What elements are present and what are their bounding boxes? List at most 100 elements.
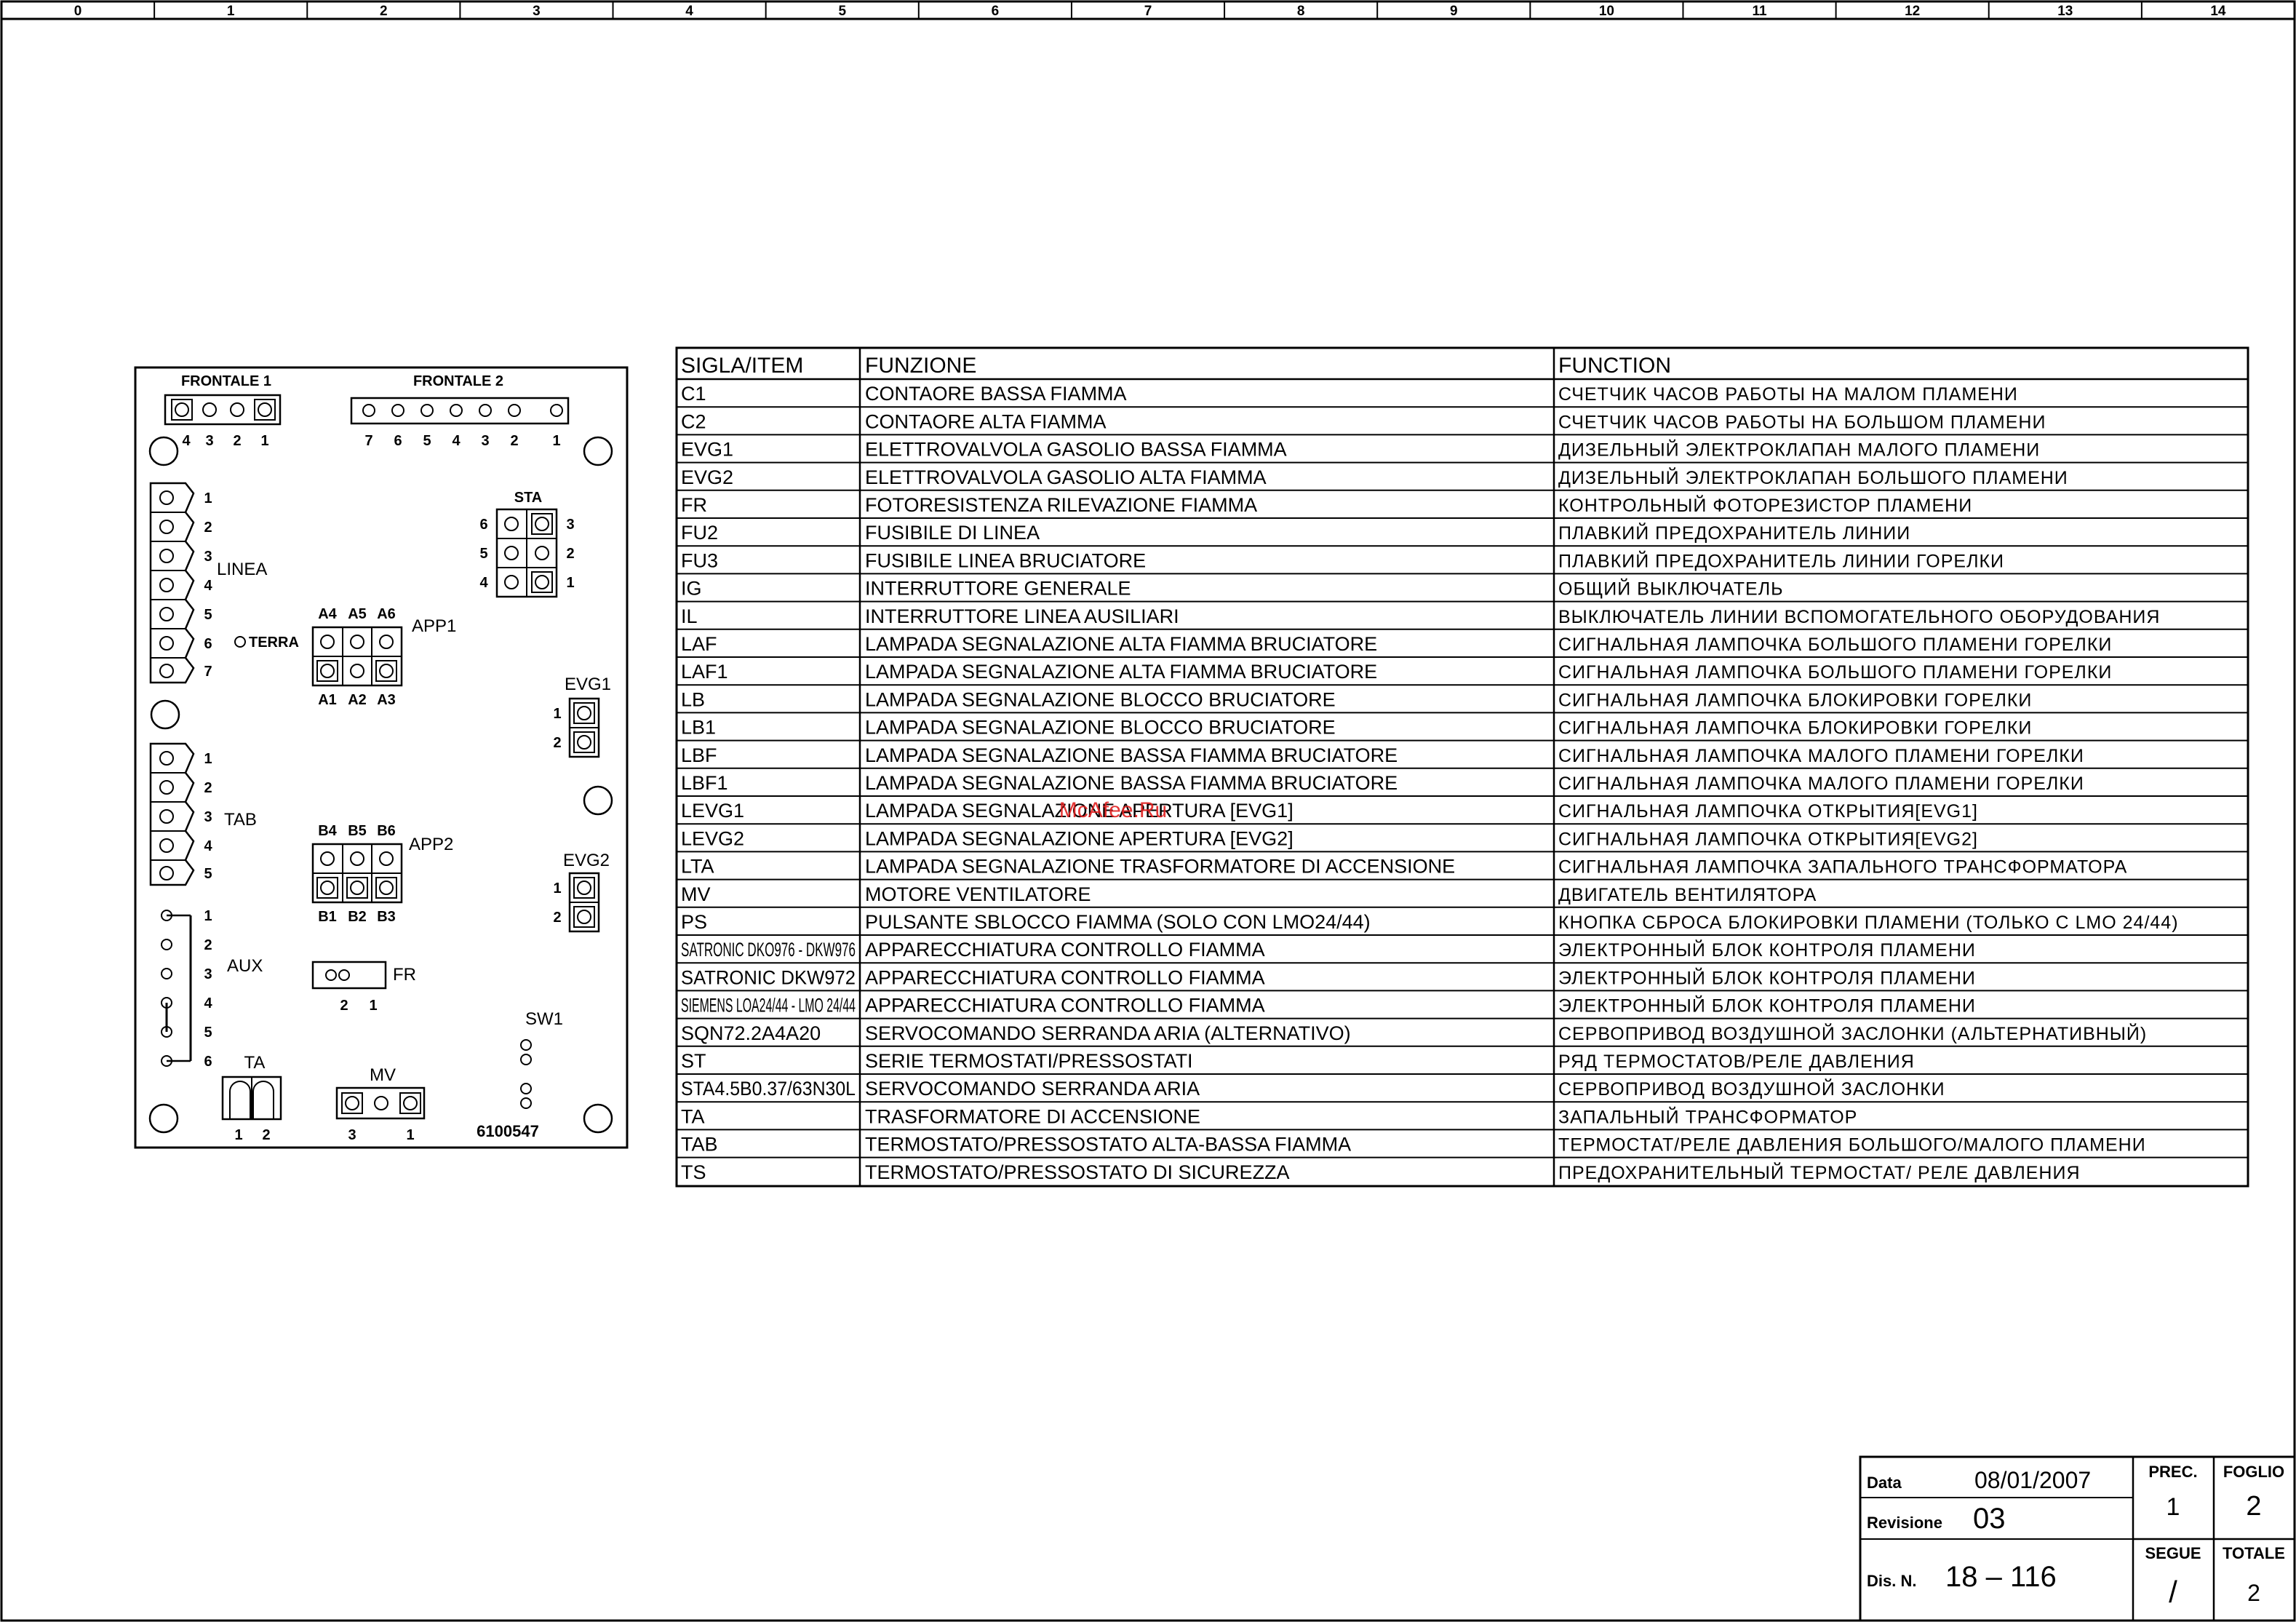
table-row: PS PULSANTE SBLOCCO FIAMMA (SOLO CON LMO2… [681, 911, 2178, 933]
cell-funzione: LAMPADA SEGNALAZIONE BASSA FIAMMA BRUCIA… [865, 744, 1398, 766]
cell-funzione: APPARECCHIATURA CONTROLLO FIAMMA [865, 939, 1265, 961]
cell-funzione: SERVOCOMANDO SERRANDA ARIA (ALTERNATIVO) [865, 1022, 1351, 1044]
table-row: LBF1 LAMPADA SEGNALAZIONE BASSA FIAMMA BR… [681, 772, 2084, 794]
header-sigla: SIGLA/ITEM [681, 354, 803, 378]
cell-sigla: TA [681, 1105, 705, 1127]
cell-function: СИГНАЛЬНАЯ ЛАМПОЧКА МАЛОГО ПЛАМЕНИ ГОРЕЛ… [1558, 774, 2084, 794]
app2-pin: B4 [318, 823, 337, 839]
cell-sigla: FU2 [681, 522, 718, 544]
ruler-label: 3 [533, 4, 541, 19]
app2-connector [311, 843, 403, 904]
frontale-1-connector [164, 394, 282, 426]
aux-pin: 6 [204, 1054, 212, 1070]
cell-funzione: INTERRUTTORE GENERALE [865, 578, 1131, 600]
foglio-value: 2 [2246, 1491, 2261, 1522]
evg1-pin: 2 [553, 735, 561, 751]
app1-pin: A3 [377, 692, 396, 708]
cell-funzione: ELETTROVALVOLA GASOLIO ALTA FIAMMA [865, 466, 1267, 488]
prec-value: 1 [2167, 1493, 2180, 1521]
app2-pin: B1 [318, 909, 337, 925]
cell-function: СИГНАЛЬНАЯ ЛАМПОЧКА БОЛЬШОГО ПЛАМЕНИ ГОР… [1558, 662, 2112, 683]
mounting-hole [150, 699, 180, 730]
column-ruler: 0 1 2 3 4 5 6 7 8 9 10 11 12 13 14 [74, 1, 2226, 19]
sta-connector [495, 508, 558, 598]
cell-sigla: LAF [681, 633, 717, 655]
ruler-label: 5 [838, 4, 846, 19]
mv-pin: 1 [406, 1127, 414, 1143]
table-row: SATRONIC DKO976 - DKW976 APPARECCHIATURA … [681, 939, 1976, 961]
cell-sigla: FR [681, 494, 707, 516]
cell-function: РЯД ТЕРМОСТАТОВ/РЕЛЕ ДАВЛЕНИЯ [1558, 1051, 1915, 1072]
ruler-label: 6 [992, 4, 1000, 19]
aux-pin: 4 [204, 995, 212, 1011]
table-row: FU3 FUSIBILE LINEA BRUCIATORE ПЛАВКИЙ ПРЕД… [681, 549, 2004, 571]
title-block-text: Data 08/01/2007 Revisione 03 Dis. N. 18 … [1867, 1463, 2285, 1609]
ruler-label: 9 [1450, 4, 1458, 19]
app2-label: APP2 [409, 835, 453, 854]
cell-sigla: LB [681, 688, 705, 710]
table-row: FR FOTORESISTENZA RILEVAZIONE FIAMMA КОНТР… [681, 494, 1972, 516]
cell-funzione: TRASFORMATORE DI ACCENSIONE [865, 1105, 1200, 1127]
table-row: LB1 LAMPADA SEGNALAZIONE BLOCCO BRUCIATOR… [681, 717, 2031, 739]
frontale-1-label: FRONTALE 1 [181, 373, 271, 389]
cell-funzione: MOTORE VENTILATORE [865, 883, 1091, 905]
table-row: LAF1 LAMPADA SEGNALAZIONE ALTA FIAMMA BRU… [681, 661, 2112, 683]
cell-funzione: APPARECCHIATURA CONTROLLO FIAMMA [865, 995, 1265, 1017]
ruler-label: 11 [1752, 4, 1767, 19]
fr-pin: 2 [340, 998, 348, 1014]
app1-connector [311, 626, 403, 687]
app1-pin: A5 [348, 606, 367, 622]
frontale-1-pin: 4 [182, 433, 191, 449]
frontale-2-pin: 3 [481, 433, 489, 449]
ruler-label: 7 [1144, 4, 1152, 19]
sta-pin: 6 [479, 517, 487, 533]
cell-funzione: TERMOSTATO/PRESSOSTATO DI SICUREZZA [865, 1161, 1290, 1183]
linea-pin: 2 [204, 520, 212, 536]
table-row: TA TRASFORMATORE DI ACCENSIONE ЗАПАЛЬНЫЙ Т… [681, 1105, 1857, 1127]
app1-pin: A6 [377, 606, 396, 622]
mounting-hole [583, 436, 613, 466]
cell-function: ВЫКЛЮЧАТЕЛЬ ЛИНИИ ВСПОМОГАТЕЛЬНОГО ОБОРУ… [1558, 607, 2160, 627]
table-row: LEVG2 LAMPADA SEGNALAZIONE APERTURA [EVG2… [681, 827, 1977, 849]
dis-label: Dis. N. [1867, 1572, 1916, 1590]
cell-funzione: TERMOSTATO/PRESSOSTATO ALTA-BASSA FIAMMA [865, 1134, 1351, 1156]
cell-sigla: C1 [681, 383, 706, 405]
app2-pin: B3 [377, 909, 396, 925]
cell-function: ТЕРМОСТАТ/РЕЛЕ ДАВЛЕНИЯ БОЛЬШОГО/МАЛОГО … [1558, 1135, 2146, 1156]
cell-funzione: CONTAORE ALTA FIAMMA [865, 410, 1107, 432]
cell-function: ДИЗЕЛЬНЫЙ ЭЛЕКТРОКЛАПАН МАЛОГО ПЛАМЕНИ [1558, 439, 2040, 461]
frontale-2-pin: 5 [423, 433, 431, 449]
frontale-2-pin: 4 [452, 433, 461, 449]
cell-function: ЭЛЕКТРОННЫЙ БЛОК КОНТРОЛЯ ПЛАМЕНИ [1558, 939, 1976, 961]
table-row: STA4.5B0.37/63N30L SERVOCOMANDO SERRANDA … [681, 1078, 1945, 1100]
linea-pin: 6 [204, 636, 212, 652]
frontale-2-connector [350, 397, 570, 425]
aux-pin: 1 [204, 908, 212, 924]
cell-sigla: FU3 [681, 549, 718, 571]
fr-pin: 1 [369, 998, 377, 1014]
frontale-2-pin: 2 [510, 433, 518, 449]
sw1-label: SW1 [525, 1009, 563, 1029]
aux-pin: 2 [204, 937, 212, 953]
data-label: Data [1867, 1474, 1902, 1492]
table-row: C1 CONTAORE BASSA FIAMMA СЧЕТЧИК ЧАСОВ РАБ… [681, 383, 2017, 405]
ruler-label: 14 [2210, 4, 2226, 19]
app1-pin: A1 [318, 692, 337, 708]
mv-label: MV [370, 1065, 396, 1085]
table-row: FU2 FUSIBILE DI LINEA ПЛАВКИЙ ПРЕДОХРАНИТЕ… [681, 522, 1910, 544]
terra-label: TERRA [249, 635, 299, 651]
frontale-1-pin: 3 [205, 433, 213, 449]
cell-function: СИГНАЛЬНАЯ ЛАМПОЧКА БЛОКИРОВКИ ГОРЕЛКИ [1558, 690, 2032, 710]
linea-pin: 3 [204, 549, 212, 565]
table-row: EVG1 ELETTROVALVOLA GASOLIO BASSA FIAMMA Д… [681, 439, 2040, 461]
ruler-label: 10 [1599, 4, 1614, 19]
cell-sigla: LBF [681, 744, 717, 766]
cell-sigla: SATRONIC DKW972 [681, 966, 856, 988]
tab-pin: 4 [204, 838, 212, 854]
dis-value: 18 – 116 [1945, 1561, 2057, 1593]
cell-sigla: LEVG2 [681, 827, 744, 849]
tab-pin: 2 [204, 780, 212, 796]
cell-funzione: PULSANTE SBLOCCO FIAMMA (SOLO CON LMO24/… [865, 911, 1371, 933]
cell-function: СЧЕТЧИК ЧАСОВ РАБОТЫ НА БОЛЬШОМ ПЛАМЕНИ [1558, 412, 2046, 432]
ruler-label: 12 [1905, 4, 1920, 19]
